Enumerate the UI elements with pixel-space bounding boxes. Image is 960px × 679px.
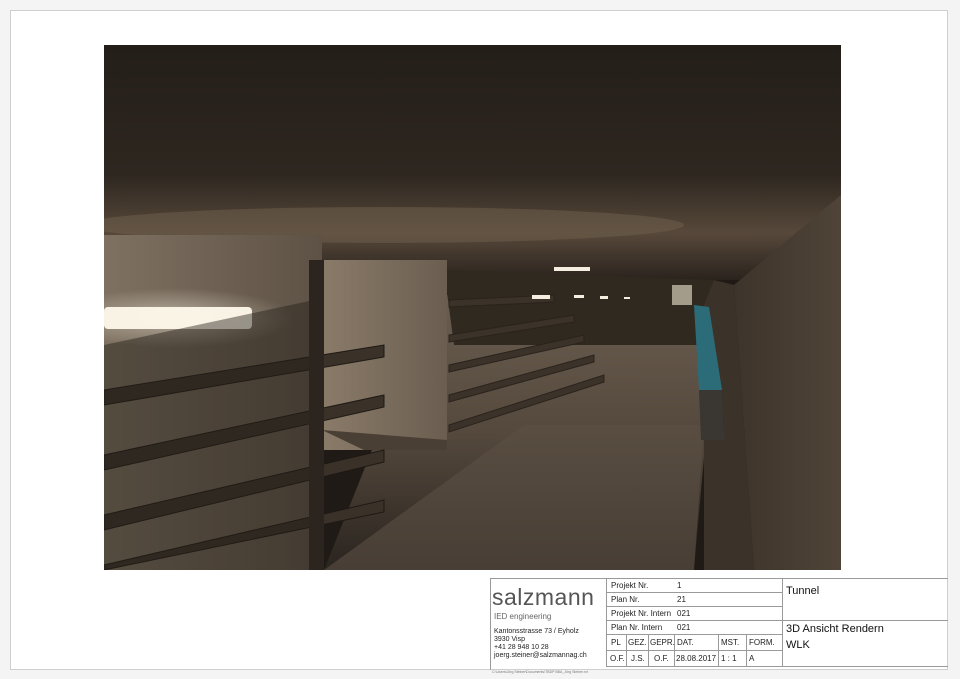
address-line: 3930 Visp [494, 636, 526, 643]
drawing-description: 3D Ansicht Rendern [786, 623, 884, 635]
plan-number-label: Plan Nr. [611, 595, 640, 604]
address-line: Kantonsstrasse 73 / Eyholz [494, 628, 579, 635]
tunnel-render [104, 45, 841, 570]
project-number-label: Projekt Nr. [611, 581, 649, 590]
company-division: IED engineering [494, 612, 552, 621]
project-number-value: 1 [677, 581, 682, 590]
company-address: Kantonsstrasse 73 / Eyholz 3930 Visp +41… [494, 628, 587, 660]
file-path: C:\Users\Jörg Steiner\Documents\TBDP BBA… [492, 670, 588, 674]
plan-internal-value: 021 [677, 623, 691, 632]
drawing-description-2: WLK [786, 639, 810, 651]
address-line: joerg.steiner@salzmannag.ch [494, 652, 587, 659]
header-form: FORM. [749, 638, 775, 647]
header-dat: DAT. [677, 638, 694, 647]
value-pl: O.F. [610, 654, 625, 663]
header-pl: PL [611, 638, 621, 647]
header-gepr: GEPR. [650, 638, 675, 647]
address-line: +41 28 948 10 28 [494, 644, 549, 651]
header-mst: MST. [721, 638, 740, 647]
project-internal-label: Projekt Nr. Intern [611, 609, 672, 618]
plan-number-value: 21 [677, 595, 686, 604]
value-gez: J.S. [631, 654, 645, 663]
project-name: Tunnel [786, 585, 820, 597]
plan-internal-label: Plan Nr. Intern [611, 623, 663, 632]
value-gepr: O.F. [654, 654, 669, 663]
header-gez: GEZ. [628, 638, 647, 647]
value-dat: 28.08.2017 [676, 654, 717, 663]
value-mst: 1 : 1 [721, 654, 737, 663]
project-internal-value: 021 [677, 609, 691, 618]
company-logo: salzmann [492, 584, 595, 610]
value-form: A [749, 654, 755, 663]
